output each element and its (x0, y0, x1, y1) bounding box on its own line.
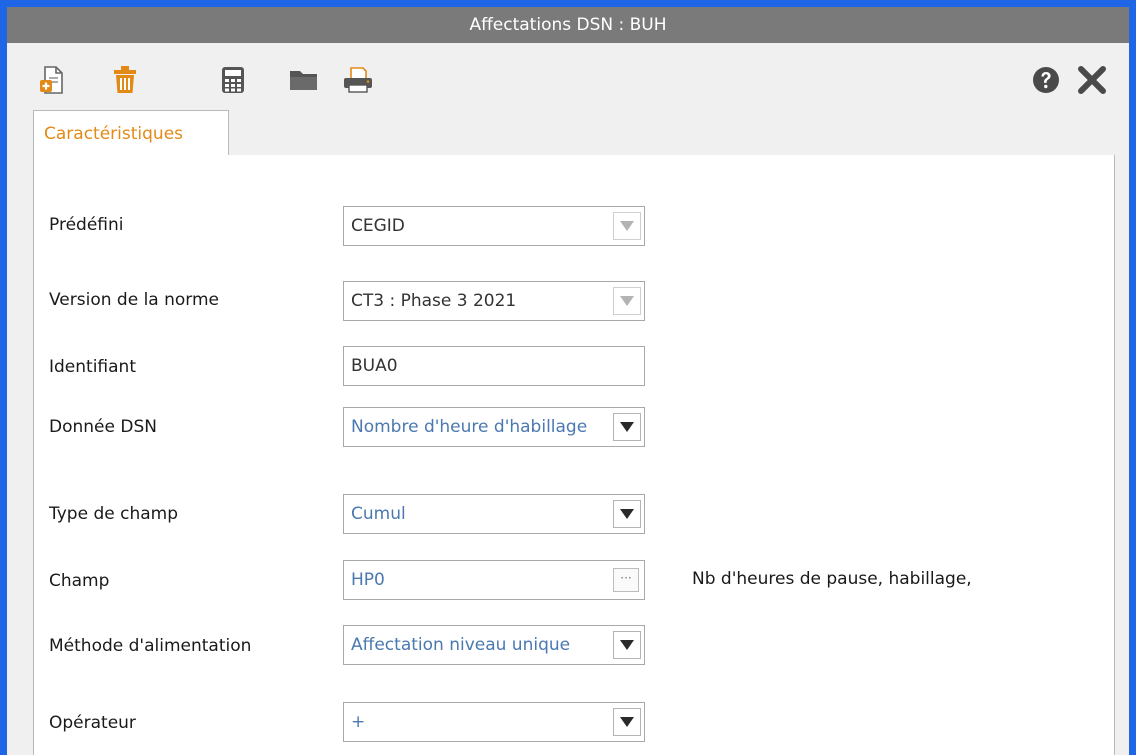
tab-label: Caractéristiques (44, 124, 184, 144)
donnee-dsn-value: Nombre d'heure d'habillage (351, 417, 588, 437)
identifiant-value: BUA0 (351, 356, 398, 376)
chevron-down-icon (613, 212, 641, 240)
operateur-label: Opérateur (49, 713, 136, 733)
predefini-value: CEGID (351, 216, 405, 236)
identifiant-input: BUA0 (343, 346, 645, 386)
delete-icon[interactable] (106, 61, 144, 99)
operateur-value: + (351, 712, 366, 732)
chevron-down-icon[interactable] (613, 708, 641, 736)
chevron-down-icon[interactable] (613, 413, 641, 441)
dialog-window: Affectations DSN : BUH Caractéristiques … (0, 0, 1136, 755)
version-label: Version de la norme (49, 290, 219, 310)
type-champ-value: Cumul (351, 504, 406, 524)
print-icon[interactable] (339, 61, 377, 99)
type-champ-label: Type de champ (49, 504, 178, 524)
methode-label: Méthode d'alimentation (49, 636, 252, 656)
calculator-icon[interactable] (214, 61, 252, 99)
title-bar: Affectations DSN : BUH (7, 7, 1129, 43)
chevron-down-icon[interactable] (613, 500, 641, 528)
ellipsis-button[interactable]: ··· (613, 568, 639, 592)
methode-select[interactable]: Affectation niveau unique (343, 625, 645, 665)
window-title: Affectations DSN : BUH (469, 15, 667, 35)
predefini-label: Prédéfini (49, 215, 124, 235)
chevron-down-icon[interactable] (613, 631, 641, 659)
champ-value: HP0 (351, 570, 385, 590)
tab-caracteristiques[interactable]: Caractéristiques (33, 110, 229, 157)
close-icon[interactable] (1073, 61, 1111, 99)
champ-input[interactable]: HP0 ··· (343, 560, 645, 600)
donnee-dsn-label: Donnée DSN (49, 417, 157, 437)
version-select: CT3 : Phase 3 2021 (343, 281, 645, 321)
operateur-select[interactable]: + (343, 702, 645, 742)
predefini-select: CEGID (343, 206, 645, 246)
tab-strip: Caractéristiques (7, 110, 1129, 157)
methode-value: Affectation niveau unique (351, 635, 571, 655)
toolbar (7, 43, 1129, 117)
identifiant-label: Identifiant (49, 357, 136, 377)
champ-description: Nb d'heures de pause, habillage, (692, 569, 972, 589)
type-champ-select[interactable]: Cumul (343, 494, 645, 534)
version-value: CT3 : Phase 3 2021 (351, 291, 517, 311)
folder-icon[interactable] (285, 61, 323, 99)
chevron-down-icon (613, 287, 641, 315)
help-icon[interactable] (1027, 61, 1065, 99)
donnee-dsn-select[interactable]: Nombre d'heure d'habillage (343, 407, 645, 447)
new-icon[interactable] (34, 61, 72, 99)
form-panel: Prédéfini CEGID Version de la norme CT3 … (33, 155, 1115, 755)
champ-label: Champ (49, 571, 110, 591)
